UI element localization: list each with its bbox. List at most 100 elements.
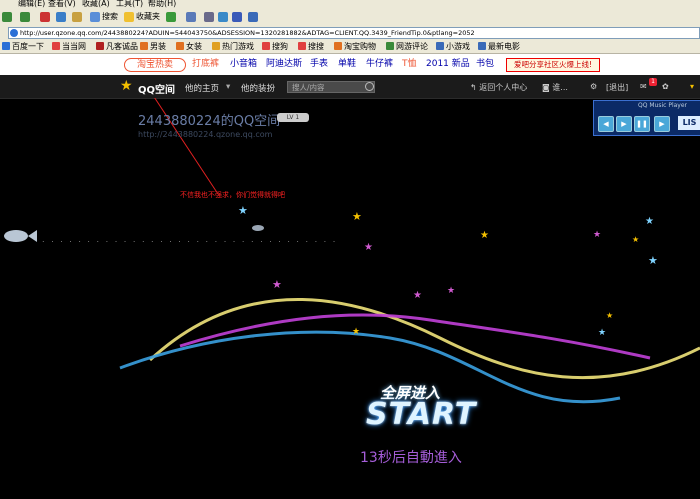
link-vancl[interactable]: 凡客诚品 [96,41,138,52]
dropdown-icon[interactable]: ▾ [690,82,694,91]
star-icon: ★ [272,278,282,291]
browser-toolbar: 搜索 收藏夹 [0,9,700,27]
menu-favorites[interactable]: 收藏(A) [82,0,110,9]
edit-icon[interactable] [218,12,228,22]
search-icon[interactable] [365,82,374,91]
search-input[interactable]: 搜人/内容 [287,81,375,93]
back-arrow-icon: ↰ [470,83,480,92]
promo-item[interactable]: 小音箱 [230,59,257,70]
fish-small-icon [252,225,264,231]
link-new-movies[interactable]: 最新电影 [478,41,520,52]
address-field[interactable]: http://user.qzone.qq.com/2443880224?ADUI… [8,27,700,39]
promo-item[interactable]: T恤 [402,59,417,70]
dotted-trail: . . . . . . . . . . . . . . . . . . . . … [42,235,338,244]
prev-icon[interactable]: ◀ [598,116,614,132]
annotation-text: 不信我也不强求，你们觉得就得吧 [180,191,285,199]
playlist-button[interactable]: LIS [678,116,700,130]
menu-bar: 编辑(E) 查看(V) 收藏(A) 工具(T) 帮助(H) [0,0,700,9]
menu-tools[interactable]: 工具(T) [116,0,143,9]
sogou-icon [262,42,270,50]
link-mini-games[interactable]: 小游戏 [436,41,470,52]
link-sogou[interactable]: 搜狗 [262,41,288,52]
star-icon: ★ [593,230,601,240]
profile-url[interactable]: http://2443880224.qzone.qq.com [138,130,272,139]
promo-item[interactable]: 牛仔裤 [366,59,393,70]
search-icon[interactable] [90,12,100,22]
favorites-icon[interactable] [124,12,134,22]
music-player: QQ Music Player ◀ ▶ ❚❚ ▶ LIS [593,100,700,136]
review-icon [386,42,394,50]
refresh-icon[interactable] [56,12,66,22]
soso-icon [298,42,306,50]
promo-bar: 淘宝热卖 打底裤 小音箱 阿迪达斯 手表 单鞋 牛仔裤 T恤 2011 新品 书… [0,54,700,75]
nav-his-decor[interactable]: 他的装扮 [241,82,275,94]
page-title[interactable]: 2443880224的QQ空间 [138,110,280,129]
star-icon: ★ [645,216,654,227]
star-icon: ★ [598,328,606,338]
movie-icon [478,42,486,50]
link-womenswear[interactable]: 女装 [176,41,202,52]
print-icon[interactable] [204,12,214,22]
search-button[interactable]: 搜索 [102,11,118,23]
qq-icon[interactable] [248,12,258,22]
menu-edit[interactable]: 编辑(E) [18,0,45,9]
fish-icon [4,230,28,242]
link-dangdang[interactable]: 当当网 [52,41,86,52]
menu-view[interactable]: 查看(V) [48,0,76,9]
share-community-banner[interactable]: 爱吧分享社区火爆上线! [506,58,600,72]
next-icon[interactable]: ▶ [654,116,670,132]
taobao-hot-badge[interactable]: 淘宝热卖 [124,58,186,72]
pause-icon[interactable]: ❚❚ [634,116,650,132]
promo-item[interactable]: 2011 新品 [426,59,470,70]
nav-his-home[interactable]: 他的主页 [185,82,219,94]
music-player-title: QQ Music Player [638,102,688,109]
start-button[interactable]: START [366,397,476,432]
shop-icon [140,42,148,50]
star-icon: ★ [480,230,489,241]
dangdang-icon [52,42,60,50]
intro-scene: ★ ★ ★ ★ ★ ★ ★ ★ ★ ★ ★ ★ ★ ★ [4,98,700,404]
back-icon[interactable] [2,12,12,22]
address-bar: http://user.qzone.qq.com/2443880224?ADUI… [0,26,700,39]
qzone-star-icon: ★ [120,78,133,94]
menu-help[interactable]: 帮助(H) [148,0,176,9]
exit-link[interactable]: [退出] [606,82,628,93]
link-game-reviews[interactable]: 网游评论 [386,41,428,52]
star-icon: ★ [352,327,360,337]
mail-icon[interactable]: ✉ [640,82,647,91]
history-icon[interactable] [166,12,176,22]
forward-icon[interactable] [20,12,30,22]
address-url: http://user.qzone.qq.com/2443880224?ADUI… [20,29,475,37]
link-baidu[interactable]: 百度一下 [2,41,44,52]
links-bar: 百度一下 当当网 凡客诚品 男装 女装 热门游戏 搜狗 搜搜 淘宝购物 网游评论… [0,39,700,54]
promo-item[interactable]: 手表 [310,59,328,70]
settings-gear-icon[interactable]: ⚙ [590,82,597,91]
taobao-icon [334,42,342,50]
promo-item[interactable]: 单鞋 [338,59,356,70]
stop-icon[interactable] [40,12,50,22]
baidu-icon [2,42,10,50]
promo-item[interactable]: 打底裤 [192,59,219,70]
ie-page-icon [10,29,18,37]
star-icon: ★ [352,210,362,223]
flower-icon[interactable]: ✿ [662,82,669,91]
qzone-topbar: ★ QQ空间 他的主页 ▾ 他的装扮 搜人/内容 ↰ 返回个人中心 ◙ 谁...… [0,75,700,99]
favorites-button[interactable]: 收藏夹 [136,11,160,23]
messenger-icon[interactable] [232,12,242,22]
link-menswear[interactable]: 男装 [140,41,166,52]
link-soso[interactable]: 搜搜 [298,41,324,52]
link-hot-games[interactable]: 热门游戏 [212,41,254,52]
promo-item[interactable]: 阿迪达斯 [266,59,302,70]
home-icon[interactable] [72,12,82,22]
link-taobao[interactable]: 淘宝购物 [334,41,376,52]
avatar[interactable]: ◙ 谁... [542,82,568,93]
back-to-center-link[interactable]: ↰ 返回个人中心 [470,82,527,93]
star-icon: ★ [413,290,422,301]
play-icon[interactable]: ▶ [616,116,632,132]
qzone-logo[interactable]: QQ空间 [138,81,175,96]
mail-icon[interactable] [186,12,196,22]
chevron-down-icon[interactable]: ▾ [226,82,230,92]
star-icon: ★ [606,311,613,320]
promo-item[interactable]: 书包 [476,59,494,70]
shop-icon [176,42,184,50]
